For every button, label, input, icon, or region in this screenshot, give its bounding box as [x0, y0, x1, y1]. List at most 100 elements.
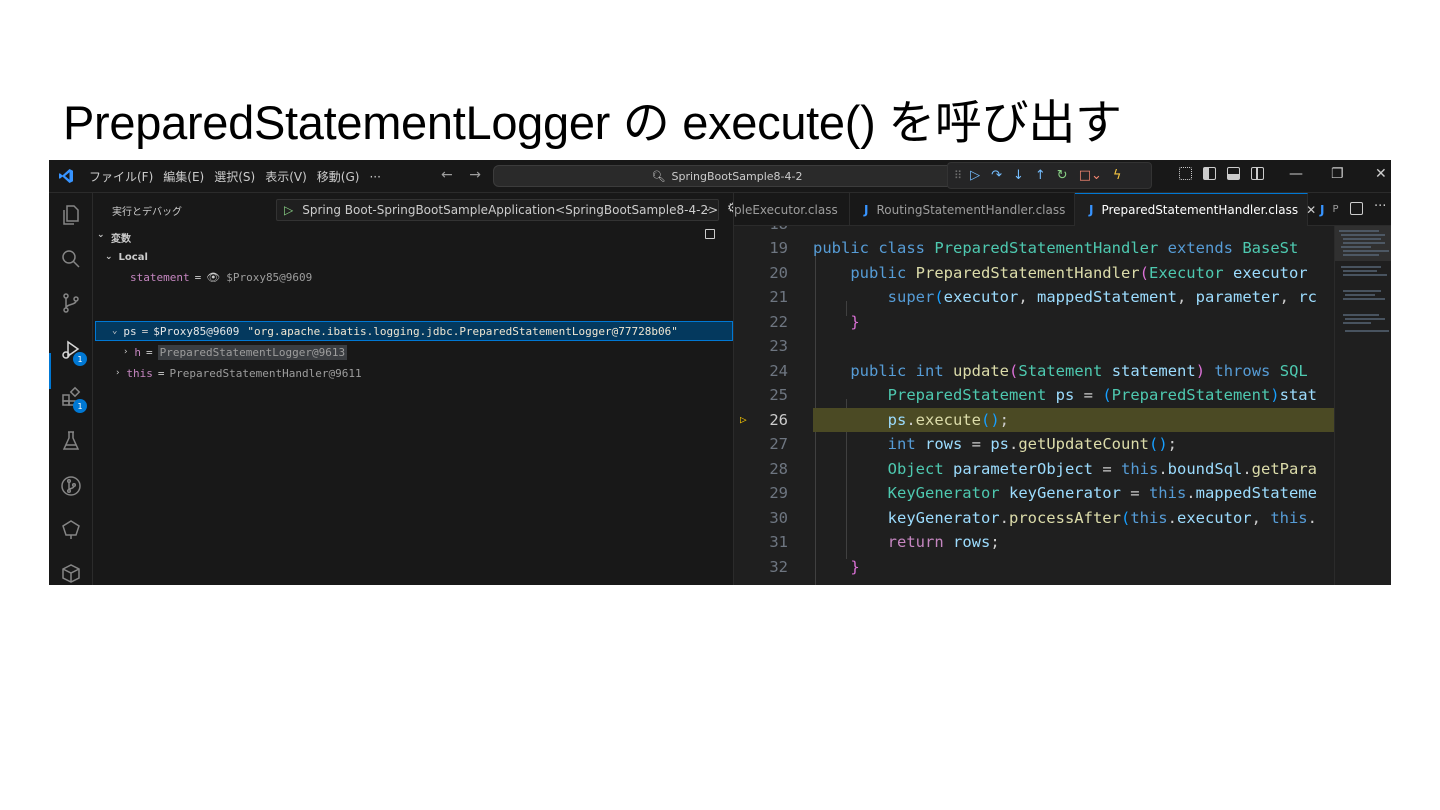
code-line: 22 }: [734, 310, 1334, 335]
customize-layout-icon[interactable]: [1179, 167, 1192, 180]
debug-toolbar: ⠿ ▷ ↷ ↓ ↑ ↻ □⌄ ϟ: [947, 162, 1152, 189]
variable-name: h: [134, 345, 142, 359]
explorer-icon[interactable]: [57, 201, 85, 229]
extensions-badge: 1: [73, 399, 87, 413]
tab-label: RoutingStatementHandler.class: [876, 202, 1066, 217]
extensions-icon[interactable]: 1: [57, 383, 87, 413]
collapse-all-icon[interactable]: [705, 229, 715, 239]
restart-icon[interactable]: ↻: [1057, 169, 1068, 182]
run-badge: 1: [73, 352, 87, 366]
line-number: 25: [769, 386, 788, 404]
close-icon[interactable]: ✕: [1375, 166, 1387, 182]
current-code-line: ▷ 26 ps.execute();: [734, 407, 1334, 432]
scope-local[interactable]: ⌄ Local: [105, 247, 148, 267]
tab-routing-statement-handler[interactable]: J RoutingStatementHandler.class: [850, 193, 1075, 226]
more-actions-icon[interactable]: ···: [1374, 199, 1386, 214]
step-out-icon[interactable]: ↑: [1035, 169, 1046, 182]
minimize-icon[interactable]: —: [1289, 166, 1303, 182]
variable-row[interactable]: › this = PreparedStatementHandler@9611: [115, 363, 362, 383]
java-file-icon: J: [1089, 203, 1094, 217]
chevron-right-icon: ›: [115, 368, 121, 378]
line-number: 23: [769, 337, 788, 355]
run-and-debug-icon[interactable]: 1: [57, 336, 87, 366]
code-line: 23: [734, 334, 1334, 359]
java-file-icon: J: [864, 202, 869, 217]
variables-section-header[interactable]: ⌄ 変数: [93, 228, 733, 246]
start-debugging-icon[interactable]: ▷: [284, 203, 293, 217]
variable-row[interactable]: statement = 👁︎ $Proxy85@9609: [130, 267, 312, 287]
editor-area: pleExecutor.class J RoutingStatementHand…: [733, 193, 1391, 585]
tab-label: P: [1332, 204, 1339, 215]
line-number: 31: [769, 533, 788, 551]
git-graph-icon[interactable]: [57, 472, 85, 500]
package-icon[interactable]: [57, 559, 85, 585]
minimap[interactable]: [1334, 226, 1391, 585]
menu-more[interactable]: ···: [369, 170, 380, 184]
launch-config-dropdown[interactable]: ▷ Spring Boot-SpringBootSampleApplicatio…: [276, 199, 719, 221]
variable-string-value: "org.apache.ibatis.logging.jdbc.Prepared…: [247, 324, 678, 338]
layout-controls: [1179, 167, 1275, 180]
toggle-panel-icon[interactable]: [1227, 167, 1240, 180]
hot-replace-icon[interactable]: ϟ: [1113, 169, 1122, 182]
menu-edit[interactable]: 編集(E): [163, 168, 204, 185]
code-line: 20 public PreparedStatementHandler(Execu…: [734, 261, 1334, 286]
line-number: 28: [769, 459, 788, 478]
sidebar-title: 実行とデバッグ: [112, 207, 182, 218]
line-number: 30: [769, 508, 788, 527]
variable-name: this: [126, 366, 153, 380]
activity-bar: 1 1: [49, 193, 93, 585]
code-line: 32 }: [734, 555, 1334, 580]
command-center-search[interactable]: 🔍︎ SpringBootSample8-4-2: [493, 165, 961, 187]
grip-icon[interactable]: ⠿: [954, 170, 962, 181]
nav-arrows: ← →: [441, 167, 493, 183]
spring-boot-dashboard-icon[interactable]: [57, 516, 85, 544]
variables-header-label: 変数: [111, 234, 131, 245]
menu-view[interactable]: 表示(V): [265, 168, 307, 185]
variable-name: ps: [123, 324, 137, 338]
variable-row-selected[interactable]: ⌄ ps = $Proxy85@9609 "org.apache.ibatis.…: [95, 321, 733, 341]
vscode-logo-icon: [59, 169, 73, 183]
code-line: 27 int rows = ps.getUpdateCount();: [734, 432, 1334, 457]
line-number: 20: [769, 263, 788, 282]
continue-icon[interactable]: ▷: [970, 169, 980, 182]
split-editor-icon[interactable]: [1350, 202, 1363, 215]
code-editor[interactable]: 18 19 public class PreparedStatementHand…: [734, 226, 1334, 585]
line-number: 26: [769, 410, 788, 429]
search-icon[interactable]: [57, 245, 85, 273]
tab-prepared-statement-handler[interactable]: J PreparedStatementHandler.class ✕: [1075, 193, 1316, 226]
stop-icon[interactable]: □⌄: [1079, 169, 1102, 182]
chevron-down-icon: ⌄: [97, 230, 105, 240]
toggle-secondary-sidebar-icon[interactable]: [1251, 167, 1264, 180]
tab-label: pleExecutor.class: [734, 202, 838, 217]
restore-icon[interactable]: ❐: [1331, 166, 1344, 182]
code-line: 31 return rows;: [734, 530, 1334, 555]
code-line: 24 public int update(Statement statement…: [734, 359, 1334, 384]
tab-simple-executor[interactable]: pleExecutor.class: [734, 193, 850, 226]
menu-selection[interactable]: 選択(S): [214, 168, 255, 185]
title-bar: ファイル(F) 編集(E) 選択(S) 表示(V) 移動(G) ··· ← → …: [49, 160, 1391, 193]
testing-icon[interactable]: [57, 427, 85, 455]
tab-overflow[interactable]: J P: [1308, 193, 1348, 226]
debug-stackframe-arrow-icon[interactable]: ▷: [740, 413, 747, 426]
source-control-icon[interactable]: [57, 289, 85, 317]
tab-label: PreparedStatementHandler.class: [1101, 203, 1299, 217]
back-arrow-icon[interactable]: ←: [441, 167, 453, 183]
line-number: 32: [769, 557, 788, 576]
chevron-down-icon: ⌄: [105, 252, 113, 262]
forward-arrow-icon[interactable]: →: [469, 167, 481, 183]
variable-row[interactable]: › h = PreparedStatementLogger@9613: [123, 342, 348, 362]
line-number: 29: [769, 484, 788, 502]
menu-go[interactable]: 移動(G): [317, 168, 360, 185]
search-icon: 🔍︎: [651, 169, 666, 183]
editor-tabs: pleExecutor.class J RoutingStatementHand…: [734, 193, 1391, 226]
line-number: 22: [769, 312, 788, 331]
line-number: 24: [769, 361, 788, 380]
scope-label: Local: [118, 251, 148, 263]
launch-config-name: Spring Boot-SpringBootSampleApplication<…: [302, 203, 719, 217]
step-over-icon[interactable]: ↷: [991, 169, 1002, 182]
chevron-down-icon: ⌄: [703, 203, 712, 214]
toggle-primary-sidebar-icon[interactable]: [1203, 167, 1216, 180]
run-debug-sidebar: 実行とデバッグ ▷ Spring Boot-SpringBootSampleAp…: [93, 193, 761, 585]
step-into-icon[interactable]: ↓: [1013, 169, 1024, 182]
menu-file[interactable]: ファイル(F): [89, 168, 153, 185]
